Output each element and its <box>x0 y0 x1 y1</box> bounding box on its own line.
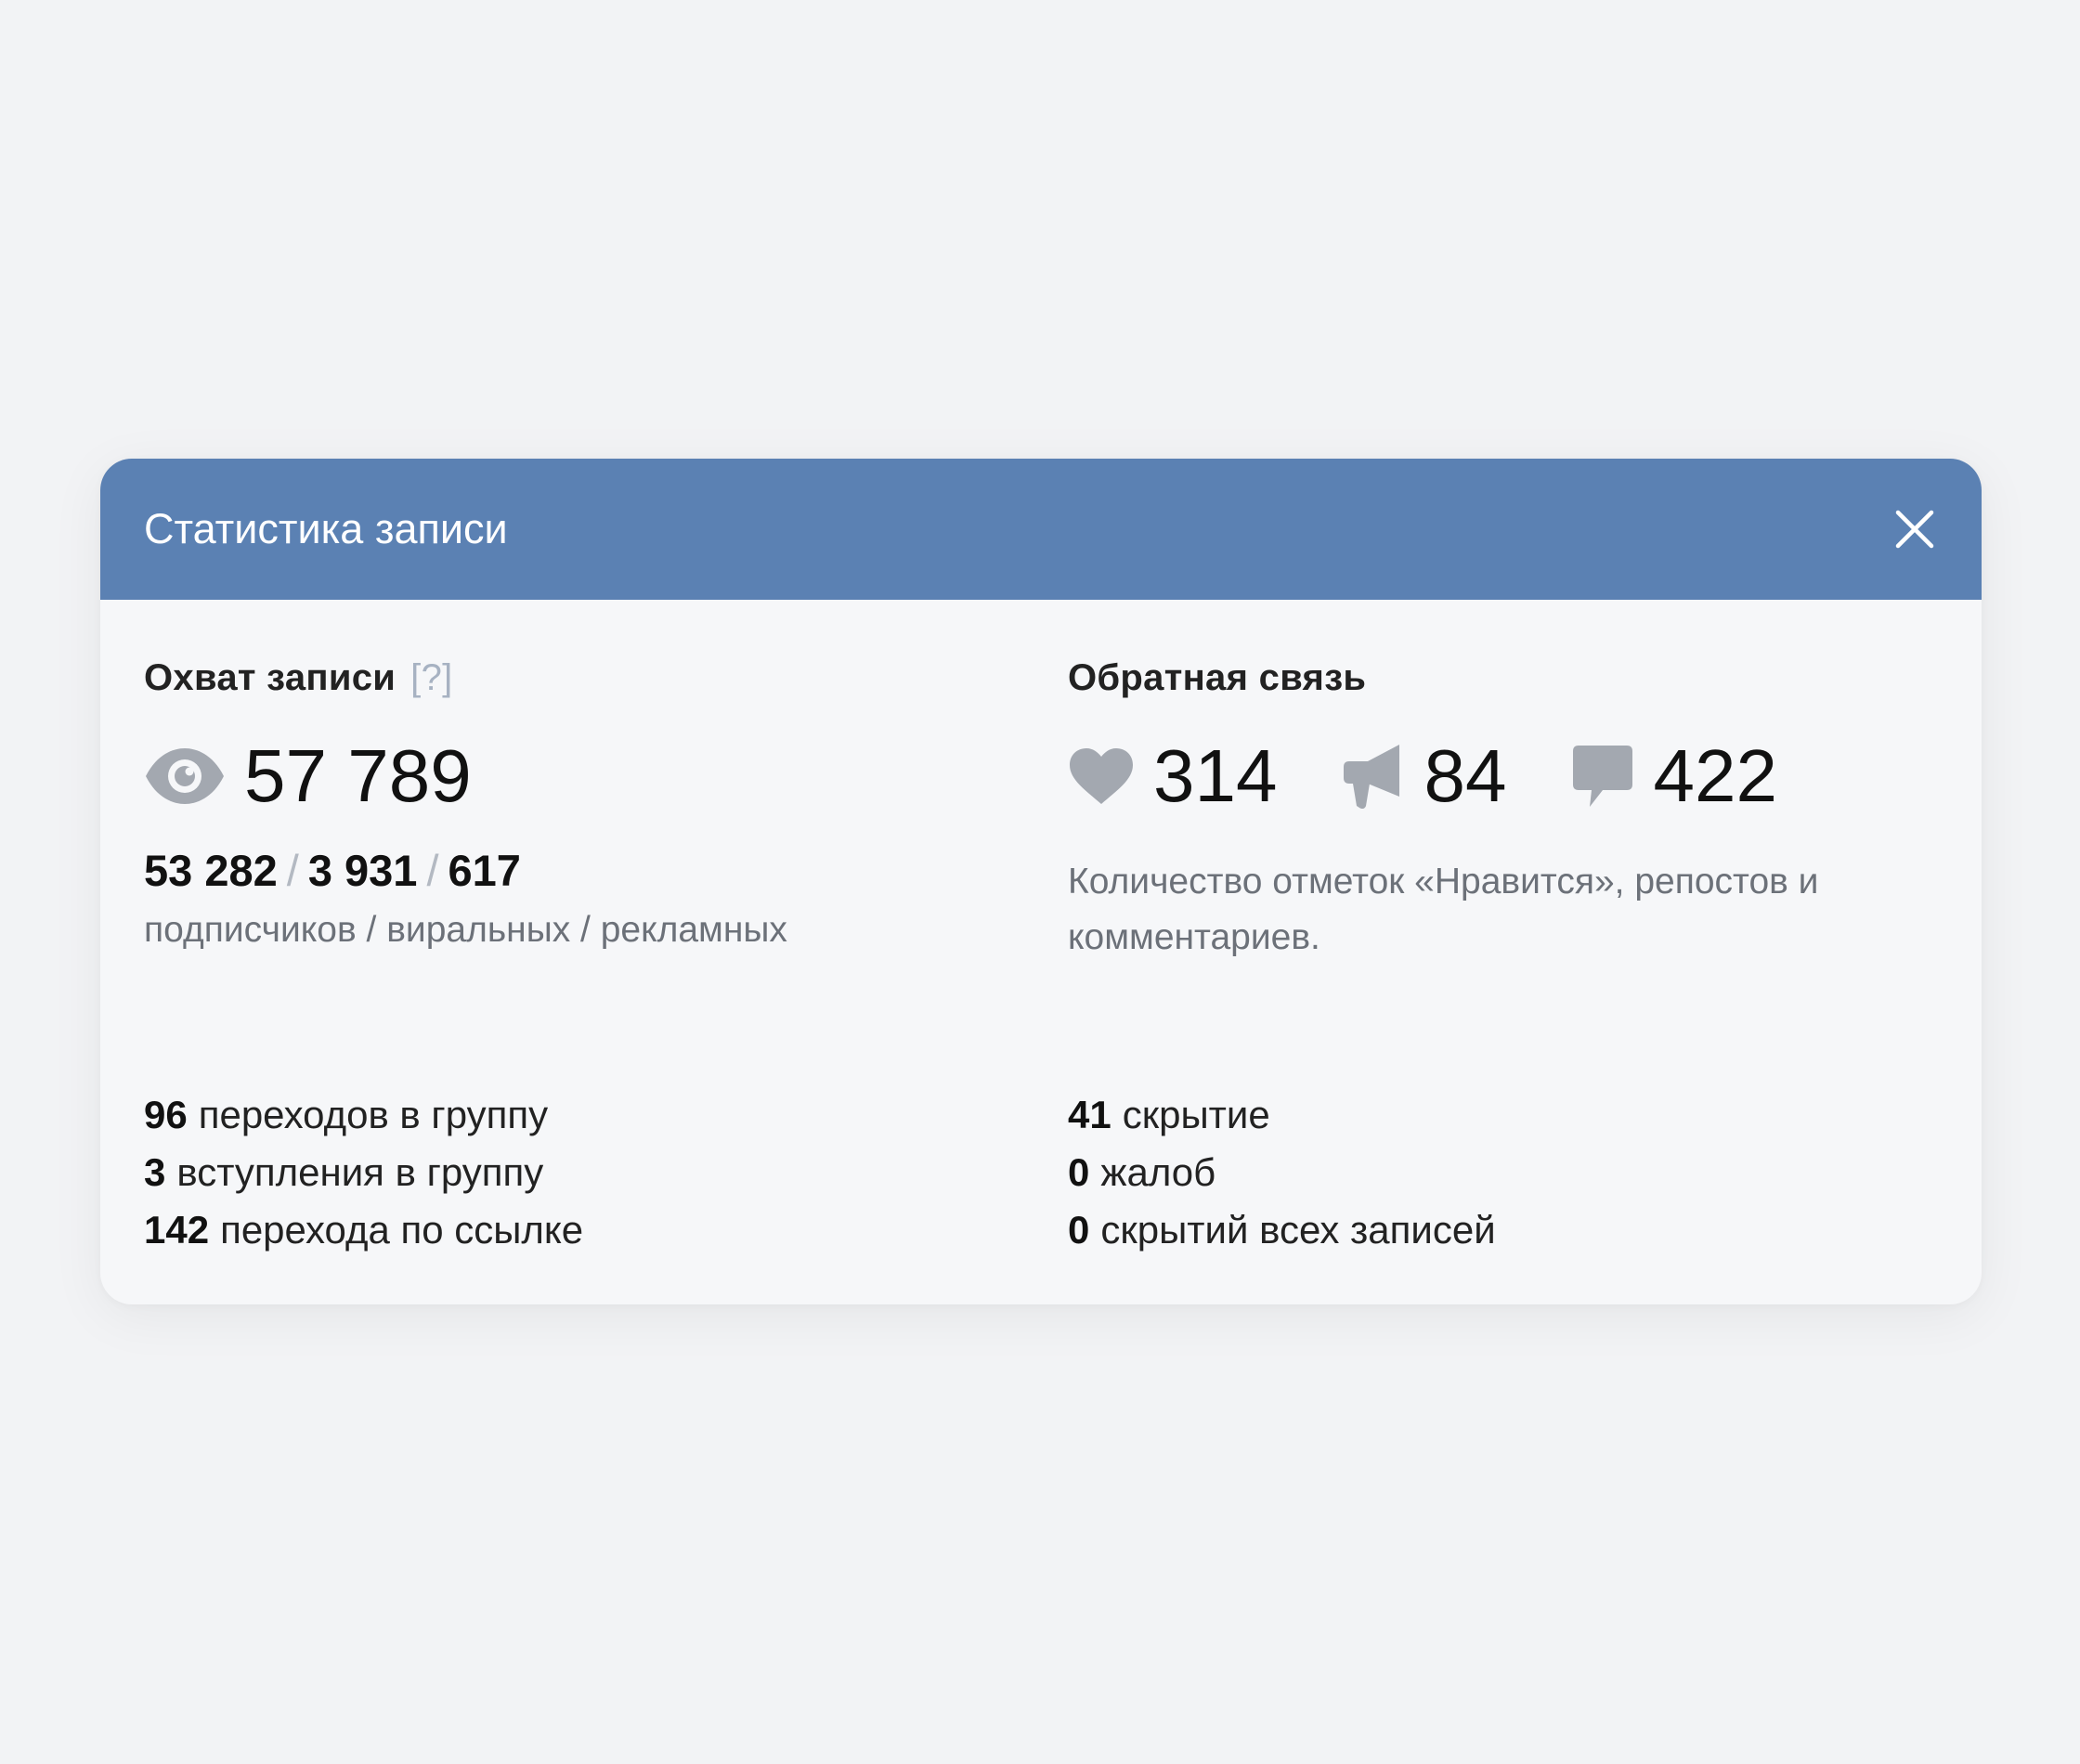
modal-title: Статистика записи <box>144 505 508 552</box>
list-item: 41 скрытие <box>1068 1086 1496 1144</box>
stat-label: перехода по ссылке <box>220 1208 584 1252</box>
comments-count: 422 <box>1653 734 1777 817</box>
likes-metric: 314 <box>1068 739 1277 813</box>
stat-value: 0 <box>1068 1208 1090 1252</box>
left-stats-list: 96 переходов в группу 3 вступления в групп… <box>144 1086 583 1259</box>
megaphone-icon <box>1342 743 1405 810</box>
reach-ads-value: 617 <box>448 846 521 895</box>
reach-breakdown: 53 282/3 931/617 <box>144 845 521 897</box>
reach-breakdown-caption: подписчиков / виральных / рекламных <box>144 910 787 950</box>
close-button[interactable] <box>1892 507 1937 551</box>
feedback-column: Обратная связь 314 84 422 Количество отм… <box>1068 600 1941 1304</box>
reach-total-value: 57 789 <box>244 734 472 817</box>
post-stats-modal: Статистика записи Охват записи [?] 57 78… <box>100 459 1982 1304</box>
separator: / <box>426 846 439 895</box>
reach-title: Охват записи [?] <box>144 657 453 699</box>
likes-count: 314 <box>1153 734 1278 817</box>
comment-icon <box>1571 744 1634 809</box>
feedback-description: Количество отметок «Нравится», репостов … <box>1068 862 1819 957</box>
list-item: 0 жалоб <box>1068 1144 1496 1201</box>
stat-label: вступления в группу <box>176 1150 544 1194</box>
stat-value: 0 <box>1068 1150 1090 1194</box>
reach-column: Охват записи [?] 57 789 53 282/3 931/617 … <box>144 600 1017 1304</box>
right-stats-list: 41 скрытие 0 жалоб 0 скрытий всех записей <box>1068 1086 1496 1259</box>
stat-label: скрытий всех записей <box>1100 1208 1496 1252</box>
comments-metric: 422 <box>1571 734 1777 817</box>
stat-value: 41 <box>1068 1093 1112 1136</box>
reach-total-row: 57 789 <box>144 739 472 813</box>
list-item: 142 перехода по ссылке <box>144 1201 583 1259</box>
reach-title-text: Охват записи <box>144 657 396 698</box>
separator: / <box>286 846 299 895</box>
reach-help-link[interactable]: [?] <box>410 657 452 698</box>
list-item: 0 скрытий всех записей <box>1068 1201 1496 1259</box>
reposts-count: 84 <box>1424 734 1507 817</box>
stat-value: 3 <box>144 1150 166 1194</box>
close-icon <box>1892 507 1937 551</box>
modal-header: Статистика записи <box>100 459 1982 600</box>
list-item: 96 переходов в группу <box>144 1086 583 1144</box>
list-item: 3 вступления в группу <box>144 1144 583 1201</box>
stat-label: скрытие <box>1122 1093 1270 1136</box>
reach-viral-value: 3 931 <box>307 846 418 895</box>
heart-icon <box>1068 746 1135 806</box>
stat-value: 142 <box>144 1208 210 1252</box>
feedback-metrics-row: 314 84 422 <box>1068 739 1842 813</box>
stat-label: жалоб <box>1100 1150 1216 1194</box>
eye-icon <box>144 746 226 806</box>
feedback-title: Обратная связь <box>1068 657 1367 698</box>
stat-label: переходов в группу <box>198 1093 549 1136</box>
reposts-metric: 84 <box>1342 739 1506 813</box>
stat-value: 96 <box>144 1093 188 1136</box>
reach-subscribers-value: 53 282 <box>144 846 278 895</box>
